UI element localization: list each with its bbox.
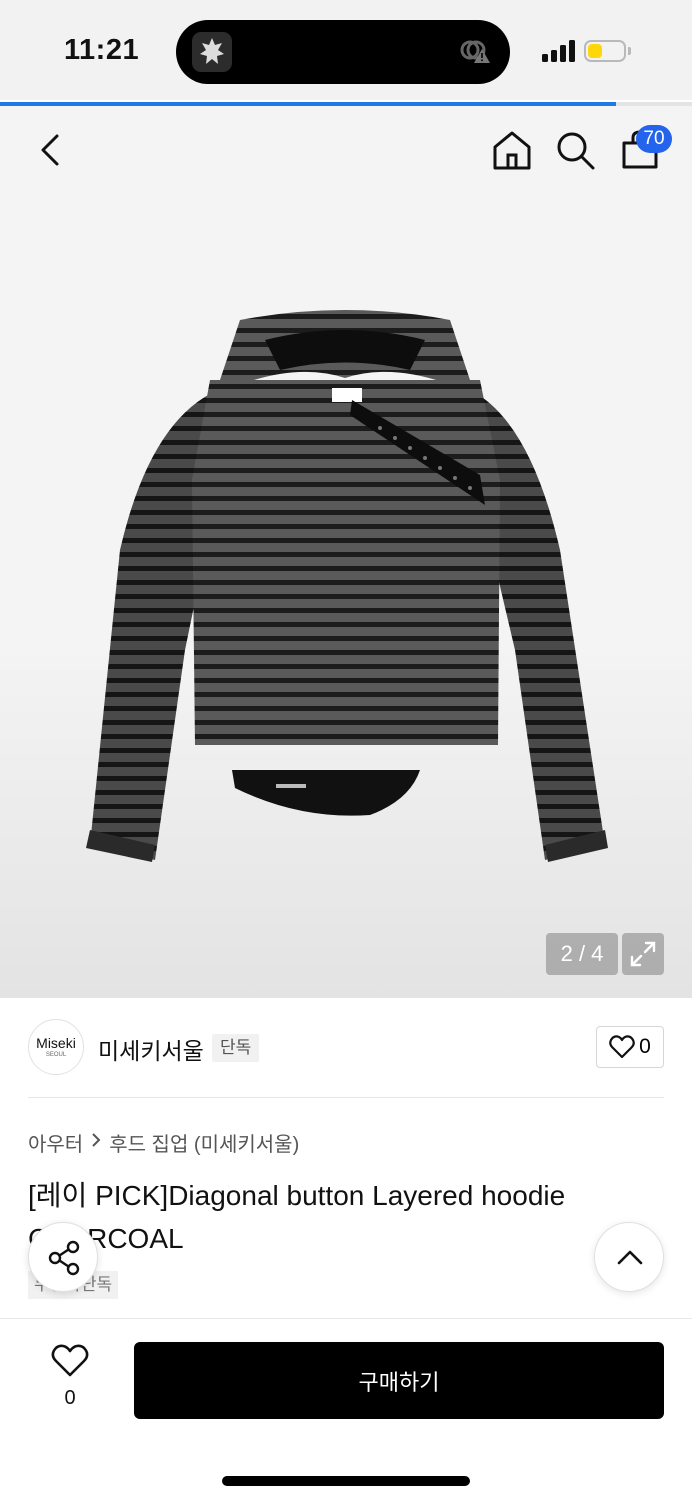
divider [28, 1097, 664, 1098]
cellular-signal-icon [542, 40, 576, 67]
chevron-left-icon [41, 134, 59, 166]
share-icon [48, 1240, 80, 1276]
search-icon [557, 132, 595, 170]
heart-icon [609, 1035, 635, 1059]
brand-logo[interactable]: Miseki SEOUL [28, 1019, 84, 1075]
buy-button[interactable]: 구매하기 [134, 1342, 664, 1419]
status-bar: 11:21 [0, 0, 692, 100]
image-counter: 2 / 4 [546, 933, 618, 975]
breadcrumb-child[interactable]: 후드 집업 (미세키서울) [109, 1128, 299, 1157]
breadcrumb: 아우터 후드 집업 (미세키서울) [28, 1128, 299, 1157]
product-title: [레이 PICK]Diagonal button Layered hoodie … [28, 1180, 566, 1254]
exclusive-badge: 단독 [212, 1034, 260, 1062]
wishlist-button[interactable]: 0 [36, 1344, 104, 1410]
product-detail-page: 11:21 70 2 / 4 Miseki SEOUL 미세키서울 단독 0 아… [0, 0, 692, 1500]
heart-icon [51, 1344, 89, 1377]
search-button[interactable] [553, 128, 597, 172]
battery-cap [628, 47, 631, 55]
brand-logo-text: Miseki [36, 1035, 76, 1051]
product-image [86, 310, 608, 862]
battery-level [588, 44, 602, 58]
brand-name-link[interactable]: 미세키서울 [98, 1032, 204, 1066]
brand-like-button[interactable]: 0 [596, 1026, 664, 1068]
app-icon [192, 32, 232, 72]
expand-icon [630, 941, 656, 967]
brand-logo-subtext: SEOUL [45, 1052, 67, 1058]
home-button[interactable] [490, 128, 534, 172]
share-button[interactable] [28, 1222, 98, 1292]
chevron-up-icon [617, 1250, 643, 1265]
expand-image-button[interactable] [622, 933, 664, 975]
cart-count-badge: 70 [636, 125, 672, 153]
sharing-warning-icon [458, 38, 492, 71]
status-time: 11:21 [64, 34, 140, 66]
wishlist-count: 0 [64, 1387, 76, 1409]
brand-like-count: 0 [639, 1035, 651, 1058]
battery-icon [584, 40, 626, 62]
breadcrumb-parent[interactable]: 아우터 [28, 1128, 83, 1157]
dynamic-island [176, 20, 510, 84]
home-indicator [222, 1476, 470, 1486]
chevron-right-icon [91, 1131, 101, 1154]
scroll-to-top-button[interactable] [594, 1222, 664, 1292]
back-button[interactable] [30, 128, 70, 172]
home-icon [493, 131, 531, 170]
